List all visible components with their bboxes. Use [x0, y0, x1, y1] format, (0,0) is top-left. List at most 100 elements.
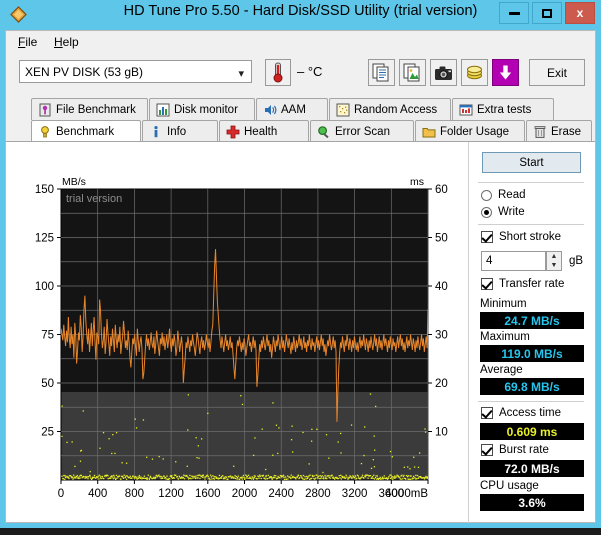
thermometer-button[interactable]: [265, 59, 291, 86]
coins-icon: [467, 65, 482, 80]
tab-folder-usage[interactable]: Folder Usage: [415, 120, 525, 142]
checkbox-short-stroke[interactable]: Short stroke: [481, 231, 561, 243]
svg-text:60: 60: [435, 184, 448, 196]
drive-select[interactable]: XEN PV DISK (53 gB) ▾: [19, 60, 252, 83]
svg-text:20: 20: [435, 378, 448, 390]
benchmark-chart: trial version MB/s ms 25 50 75 100 125 150 10 20 30…: [20, 172, 460, 512]
thermometer-icon: [273, 62, 283, 83]
svg-text:50: 50: [435, 233, 448, 245]
checkbox-transfer-rate-indicator: [481, 278, 493, 290]
menu-help[interactable]: Help: [54, 35, 79, 49]
short-stroke-stepper[interactable]: ▲ ▼: [546, 251, 562, 271]
svg-text:30: 30: [435, 330, 448, 342]
tab-aam[interactable]: AAM: [256, 98, 328, 120]
tab-strip: File Benchmark Disk monitor AAM Random A…: [6, 98, 595, 143]
tab-health[interactable]: Health: [219, 120, 309, 142]
tab-error-scan-label: Error Scan: [335, 125, 390, 138]
radio-write[interactable]: Write: [481, 206, 525, 218]
checkbox-access-time[interactable]: Access time: [481, 407, 561, 419]
short-stroke-value: 4: [486, 255, 493, 267]
file-benchmark-icon: [38, 103, 52, 117]
stat-minimum-label: Minimum: [480, 298, 527, 310]
transfer-rate-graph: trial version MB/s ms 25 50 75 100 125 150 10 20 30…: [35, 176, 448, 500]
magnifier-icon: [317, 125, 331, 139]
tab-folder-usage-label: Folder Usage: [440, 125, 510, 138]
tab-disk-monitor[interactable]: Disk monitor: [149, 98, 255, 120]
disk-monitor-icon: [156, 103, 170, 117]
tab-erase-label: Erase: [551, 125, 582, 138]
checkbox-burst-rate[interactable]: Burst rate: [481, 444, 549, 456]
tab-extra-tests-label: Extra tests: [477, 103, 532, 116]
stat-maximum-value: 119.0 MB/s: [480, 345, 584, 362]
tab-extra-tests[interactable]: Extra tests: [452, 98, 554, 120]
window-edge-right: [596, 30, 601, 523]
download-arrow-icon: [499, 65, 512, 80]
close-button[interactable]: x: [565, 2, 595, 24]
svg-text:75: 75: [41, 330, 54, 342]
tab-file-benchmark-label: File Benchmark: [56, 103, 136, 116]
tab-info[interactable]: Info: [142, 120, 218, 142]
tab-random-access[interactable]: Random Access: [329, 98, 451, 120]
minimize-button[interactable]: [499, 2, 529, 24]
tab-aam-label: AAM: [281, 103, 306, 116]
camera-icon: [435, 66, 452, 80]
svg-text:50: 50: [41, 378, 54, 390]
stepper-down-icon[interactable]: ▼: [547, 261, 561, 270]
tab-error-scan[interactable]: Error Scan: [310, 120, 414, 142]
svg-text:800: 800: [125, 488, 144, 500]
svg-text:150: 150: [35, 184, 54, 196]
cpu-usage-label: CPU usage: [480, 480, 539, 492]
checkbox-access-time-indicator: [481, 407, 493, 419]
copy-image-icon: [403, 63, 420, 82]
extra-tests-icon: [459, 103, 473, 117]
stat-maximum-label: Maximum: [480, 331, 530, 343]
toolbar: XEN PV DISK (53 gB) ▾ – °C Exit: [6, 53, 595, 98]
menu-file-rest: ile: [25, 35, 38, 49]
menu-file[interactable]: File: [18, 35, 37, 49]
burst-rate-value: 72.0 MB/s: [480, 460, 584, 477]
window-edge-bottom: [0, 523, 601, 528]
speaker-icon: [263, 103, 277, 117]
tab-erase[interactable]: Erase: [526, 120, 592, 142]
short-stroke-input[interactable]: 4: [481, 251, 546, 271]
tab-benchmark[interactable]: Benchmark: [31, 120, 141, 143]
purchase-button[interactable]: [461, 59, 488, 86]
exit-button[interactable]: Exit: [529, 59, 585, 86]
cpu-usage-value: 3.6%: [480, 494, 584, 511]
svg-text:40: 40: [435, 281, 448, 293]
trash-icon: [533, 125, 547, 139]
stepper-up-icon[interactable]: ▲: [547, 252, 561, 261]
tab-row-lower: Benchmark Info Health Error Scan Folder …: [6, 120, 595, 143]
tab-file-benchmark[interactable]: File Benchmark: [31, 98, 148, 120]
checkbox-transfer-rate[interactable]: Transfer rate: [481, 278, 564, 290]
panel-divider: [468, 142, 469, 523]
random-access-icon: [336, 103, 350, 117]
tab-row-upper: File Benchmark Disk monitor AAM Random A…: [6, 98, 595, 120]
menu-help-rest: elp: [62, 35, 79, 49]
drive-select-value: XEN PV DISK (53 gB): [25, 65, 144, 79]
control-panel: Start Read Write Short stroke 4 ▲ ▼ gB T…: [474, 148, 590, 518]
copy-image-button[interactable]: [399, 59, 426, 86]
tab-disk-monitor-label: Disk monitor: [174, 103, 238, 116]
radio-read[interactable]: Read: [481, 189, 526, 201]
svg-text:1200: 1200: [158, 488, 184, 500]
stat-average-value: 69.8 MB/s: [480, 378, 584, 395]
svg-text:0: 0: [58, 488, 64, 500]
tab-benchmark-label: Benchmark: [56, 126, 115, 138]
window-controls: x: [499, 2, 595, 24]
svg-text:3200: 3200: [342, 488, 368, 500]
checkbox-access-time-label: Access time: [499, 407, 561, 419]
start-button[interactable]: Start: [482, 152, 581, 173]
radio-write-label: Write: [498, 206, 525, 218]
copy-text-button[interactable]: [368, 59, 395, 86]
svg-text:100: 100: [35, 281, 54, 293]
tab-health-label: Health: [244, 125, 278, 138]
stat-minimum-value: 24.7 MB/s: [480, 312, 584, 329]
svg-text:trial version: trial version: [66, 193, 122, 205]
maximize-button[interactable]: [532, 2, 562, 24]
download-button[interactable]: [492, 59, 519, 86]
svg-text:2800: 2800: [305, 488, 331, 500]
svg-text:125: 125: [35, 233, 54, 245]
svg-text:MB/s: MB/s: [62, 176, 86, 188]
screenshot-button[interactable]: [430, 59, 457, 86]
